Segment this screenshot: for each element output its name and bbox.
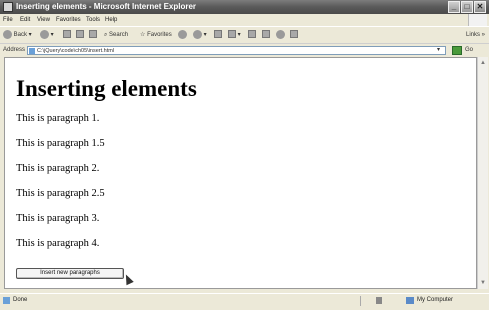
scroll-down-icon[interactable]: ▼: [479, 279, 487, 287]
paragraph-2-5: This is paragraph 2.5: [16, 188, 105, 199]
page-status-icon: [3, 297, 10, 304]
menu-edit[interactable]: Edit: [20, 14, 30, 26]
menu-bar: File Edit View Favorites Tools Help: [0, 14, 489, 26]
back-label: Back: [13, 32, 28, 38]
menu-file[interactable]: File: [3, 14, 13, 26]
links-label: Links: [466, 32, 481, 38]
address-input[interactable]: C:\jQuery\code\ch05\insert.html: [27, 46, 446, 55]
address-url: C:\jQuery\code\ch05\insert.html: [37, 48, 115, 54]
paragraph-1-5: This is paragraph 1.5: [16, 138, 105, 149]
ie-icon: [3, 2, 13, 12]
stop-icon: [63, 30, 71, 39]
menu-help[interactable]: Help: [105, 14, 117, 26]
forward-button[interactable]: ▾: [40, 29, 54, 41]
history-button[interactable]: ▾: [193, 29, 207, 41]
history-icon: [193, 29, 202, 39]
stop-button[interactable]: [63, 29, 71, 41]
edit-icon: [248, 30, 256, 39]
search-button[interactable]: ⌕ Search: [104, 29, 128, 41]
address-label: Address: [3, 47, 26, 53]
refresh-icon: [76, 30, 84, 39]
paragraph-2: This is paragraph 2.: [16, 163, 100, 174]
media-icon: [178, 29, 187, 39]
status-text: Done: [13, 297, 28, 303]
research-button[interactable]: [290, 29, 298, 41]
page-viewport: Inserting elements This is paragraph 1. …: [4, 57, 477, 289]
home-button[interactable]: [89, 29, 97, 41]
search-label: Search: [109, 32, 129, 38]
page-icon: [29, 48, 35, 54]
status-bar: Done My Computer: [0, 293, 489, 310]
home-icon: [89, 30, 97, 39]
star-icon: ☆: [140, 32, 146, 38]
back-arrow-icon: [3, 29, 12, 39]
status-divider: [360, 296, 361, 306]
paragraph-3: This is paragraph 3.: [16, 213, 100, 224]
security-zone: My Computer: [417, 297, 454, 303]
title-bar: Inserting elements - Microsoft Internet …: [0, 0, 489, 14]
page-heading: Inserting elements: [16, 76, 197, 101]
discuss-icon: [262, 30, 270, 39]
computer-icon: [406, 297, 414, 304]
forward-arrow-icon: [40, 29, 49, 39]
print-button[interactable]: ▾: [228, 29, 241, 41]
menu-favorites[interactable]: Favorites: [56, 14, 81, 26]
search-icon: ⌕: [104, 32, 108, 38]
edit-button[interactable]: [248, 29, 256, 41]
messenger-button[interactable]: [276, 29, 285, 41]
menu-view[interactable]: View: [37, 14, 50, 26]
vertical-scrollbar[interactable]: ▲ ▼: [477, 57, 488, 289]
go-arrow-icon[interactable]: [452, 46, 462, 55]
address-bar: Address C:\jQuery\code\ch05\insert.html …: [0, 43, 489, 57]
mail-icon: [214, 30, 222, 39]
window-title: Inserting elements - Microsoft Internet …: [16, 2, 197, 11]
go-button[interactable]: Go: [465, 44, 473, 57]
close-button[interactable]: ✕: [474, 1, 486, 13]
paragraph-4: This is paragraph 4.: [16, 238, 100, 249]
refresh-button[interactable]: [76, 29, 84, 41]
links-button[interactable]: Links »: [466, 29, 485, 41]
print-icon: [228, 30, 236, 39]
toolbar: Back ▾ ▾ ⌕ Search ☆ Favorites ▾ ▾ Links …: [0, 26, 489, 43]
scroll-up-icon[interactable]: ▲: [479, 59, 487, 67]
security-icon: [376, 297, 382, 304]
favorites-label: Favorites: [147, 32, 172, 38]
windows-logo-icon: [468, 14, 487, 26]
browser-window: Inserting elements - Microsoft Internet …: [0, 0, 489, 310]
favorites-button[interactable]: ☆ Favorites: [140, 29, 172, 41]
insert-paragraphs-button[interactable]: Insert new paragraphs: [16, 268, 124, 279]
messenger-icon: [276, 29, 285, 39]
address-dropdown-icon[interactable]: ▾: [437, 47, 440, 53]
discuss-button[interactable]: [262, 29, 270, 41]
back-button[interactable]: Back ▾: [3, 29, 32, 41]
paragraph-1: This is paragraph 1.: [16, 113, 100, 124]
minimize-button[interactable]: _: [448, 1, 460, 13]
media-button[interactable]: [178, 29, 187, 41]
maximize-button[interactable]: □: [461, 1, 473, 13]
research-icon: [290, 30, 298, 39]
menu-tools[interactable]: Tools: [86, 14, 100, 26]
mouse-cursor-icon: [122, 272, 134, 286]
mail-button[interactable]: [214, 29, 222, 41]
